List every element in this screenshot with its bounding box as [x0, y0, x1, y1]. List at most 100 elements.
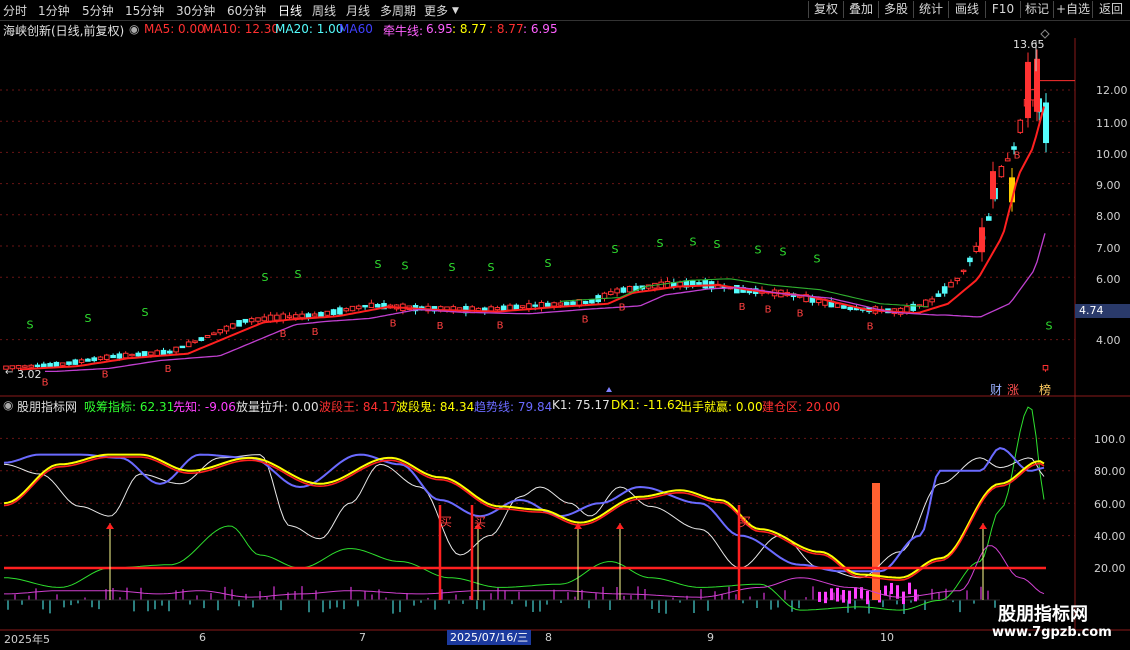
buy-signal: B — [102, 370, 109, 381]
candle-body — [929, 298, 935, 303]
current-day-marker — [606, 387, 612, 392]
candle-body — [267, 314, 274, 322]
indicator-bar — [866, 590, 869, 605]
candle-body — [935, 293, 942, 297]
candle-body — [110, 354, 116, 359]
candle-body — [97, 356, 104, 360]
buy-signal: B — [312, 327, 319, 338]
candle-body — [148, 351, 154, 356]
candle-body — [626, 285, 633, 293]
buy-signal: B — [1014, 151, 1021, 162]
sell-signal: S — [262, 271, 269, 284]
indicator-tick: 80.00 — [1094, 465, 1126, 478]
candle-body — [185, 341, 192, 348]
candle-body — [368, 302, 375, 309]
candle-body — [620, 287, 627, 293]
candle-body — [1011, 146, 1017, 150]
candle-body — [230, 323, 236, 329]
candle-body — [513, 304, 520, 310]
candle-body — [211, 332, 217, 336]
boduanwang-line — [3, 456, 1045, 581]
candle-body — [59, 362, 66, 366]
buy-signal: B — [165, 364, 172, 375]
price-gridlines — [0, 80, 1075, 341]
chart-canvas: S S S S S S S S S S S S S S S S S S B B B B B B B B B B B B B B B — [0, 29, 1130, 631]
sell-signal: S — [714, 238, 721, 251]
buy-signal: B — [619, 302, 626, 313]
candle-body — [526, 303, 532, 310]
candle-body — [34, 364, 41, 368]
candle-body — [129, 353, 135, 357]
limit-up-badge[interactable]: 涨 — [1007, 381, 1019, 398]
price-tick: 7.00 — [1096, 242, 1121, 255]
candle-body — [47, 363, 53, 368]
candle-body — [242, 318, 249, 323]
buy-signal: B — [42, 377, 49, 388]
indicator-bar — [890, 582, 893, 595]
candle-body — [494, 307, 501, 311]
candle-body — [236, 320, 242, 327]
price-tick: 9.00 — [1096, 179, 1121, 192]
sell-signal: S — [1046, 320, 1053, 333]
candle-body — [601, 292, 608, 299]
candle-body — [1042, 364, 1049, 371]
price-tick: 11.00 — [1096, 117, 1128, 130]
candle-body — [179, 345, 186, 349]
candle-body — [261, 316, 268, 322]
candlestick-group — [3, 49, 1049, 372]
k1-line — [3, 454, 1045, 579]
buy-signal: B — [437, 321, 444, 332]
candle-body — [954, 277, 961, 282]
candle-body — [563, 301, 570, 306]
candle-body — [545, 302, 551, 307]
indicator-bars — [4, 483, 1000, 614]
indicator-tick: 20.00 — [1094, 562, 1126, 575]
candle-body — [1017, 119, 1024, 133]
candle-body — [570, 301, 576, 306]
qushixian-line — [3, 447, 1045, 573]
candle-body — [532, 304, 539, 307]
candle-body — [104, 354, 110, 360]
price-tick: 12.00 — [1096, 84, 1128, 97]
price-tick: 6.00 — [1096, 273, 1121, 286]
candle-body — [841, 305, 847, 309]
sell-signal: S — [545, 257, 552, 270]
current-price-badge: 4.74 — [1075, 304, 1130, 318]
candle-body — [66, 361, 72, 365]
candle-body — [255, 317, 261, 322]
candle-body — [141, 351, 148, 358]
candle-body — [349, 305, 356, 312]
candle-body — [299, 313, 305, 319]
candle-body — [973, 245, 980, 252]
sell-signal: S — [488, 261, 495, 274]
ranking-badge[interactable]: 榜 — [1039, 381, 1051, 398]
sell-signal: S — [295, 268, 302, 281]
candle-body — [960, 269, 967, 273]
boduangui-line — [3, 453, 1045, 579]
indicator-bar — [830, 588, 833, 601]
watermark-title: 股朋指标网 — [998, 604, 1088, 625]
price-tick: 8.00 — [1096, 210, 1121, 223]
candle-body — [734, 284, 740, 294]
indicator-bar — [836, 587, 839, 602]
price-tick: 4.00 — [1096, 334, 1121, 347]
buy-signal: B — [867, 322, 874, 333]
candle-body — [998, 166, 1005, 178]
candle-body — [815, 299, 822, 304]
indicator-tick: 60.00 — [1094, 498, 1126, 511]
candle-body — [41, 363, 47, 368]
candle-body — [374, 304, 381, 308]
candle-body — [967, 257, 973, 263]
candle-body — [167, 350, 173, 354]
buy-mark: 买 — [739, 515, 752, 529]
finance-badge[interactable]: 财 — [990, 381, 1002, 398]
candle-body — [72, 359, 79, 365]
candle-body — [904, 306, 910, 313]
xianzhi-line — [4, 545, 1045, 598]
candle-body — [948, 281, 954, 288]
buy-signal: B — [739, 302, 746, 313]
candle-body — [582, 300, 589, 304]
indicator-tick: 100.0 — [1094, 433, 1126, 446]
indicator-bar — [818, 591, 821, 602]
min-price-label: 3.02 — [17, 368, 42, 381]
